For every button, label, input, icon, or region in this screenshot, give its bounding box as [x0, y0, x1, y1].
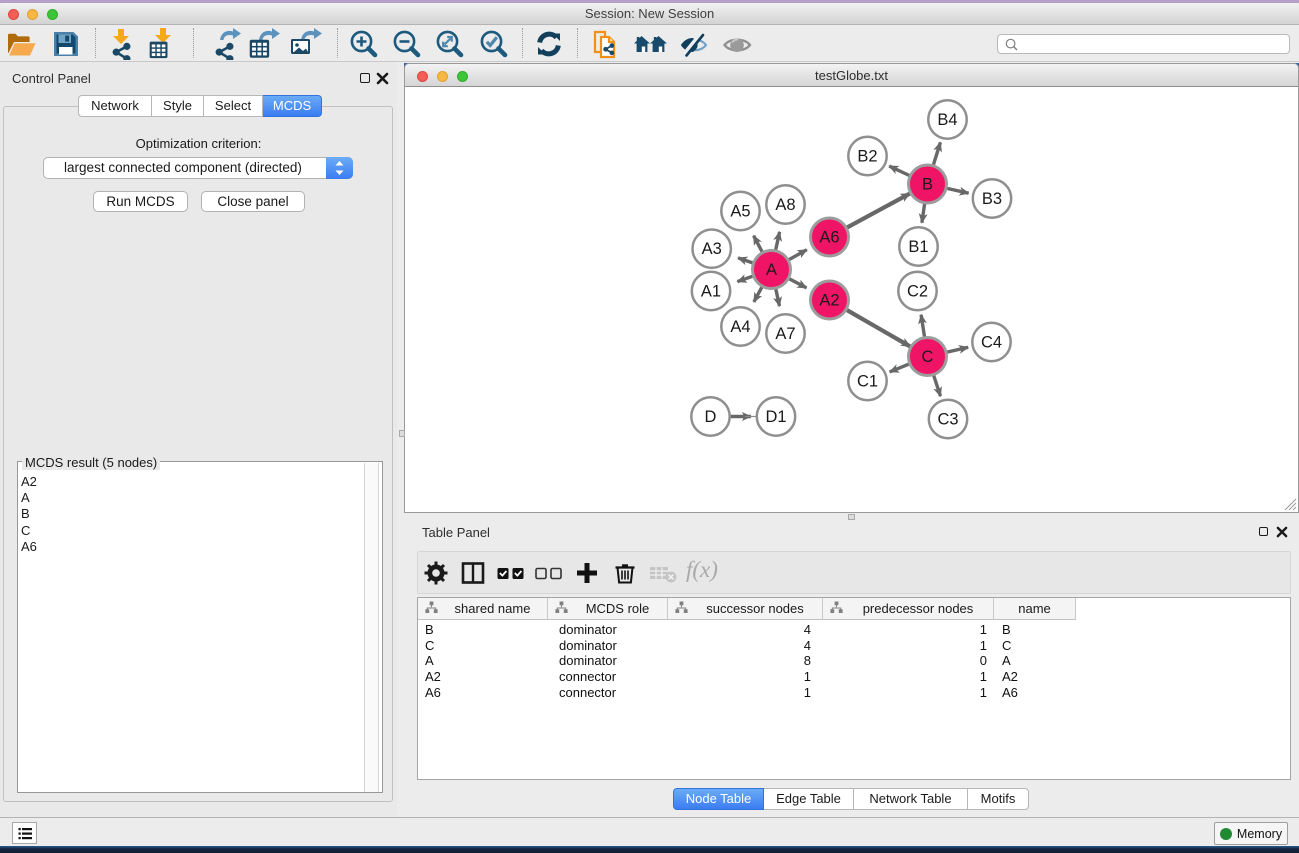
- svg-text:C3: C3: [937, 411, 958, 429]
- svg-text:C2: C2: [907, 283, 928, 301]
- svg-text:B4: B4: [937, 111, 957, 129]
- svg-text:A3: A3: [702, 240, 722, 258]
- svg-text:D1: D1: [765, 408, 786, 426]
- svg-text:A: A: [766, 261, 777, 279]
- svg-text:D: D: [705, 408, 717, 426]
- svg-text:A2: A2: [819, 292, 839, 310]
- svg-text:A6: A6: [819, 229, 839, 247]
- svg-text:B2: B2: [857, 148, 877, 166]
- svg-text:A8: A8: [775, 196, 795, 214]
- svg-text:C1: C1: [857, 373, 878, 391]
- svg-text:A1: A1: [701, 283, 721, 301]
- svg-text:C4: C4: [981, 334, 1002, 352]
- svg-text:B1: B1: [908, 238, 928, 256]
- svg-text:B3: B3: [982, 190, 1002, 208]
- svg-text:B: B: [922, 176, 933, 194]
- svg-text:A5: A5: [730, 203, 750, 221]
- svg-text:A7: A7: [775, 325, 795, 343]
- svg-text:C: C: [922, 348, 934, 366]
- svg-text:A4: A4: [730, 318, 750, 336]
